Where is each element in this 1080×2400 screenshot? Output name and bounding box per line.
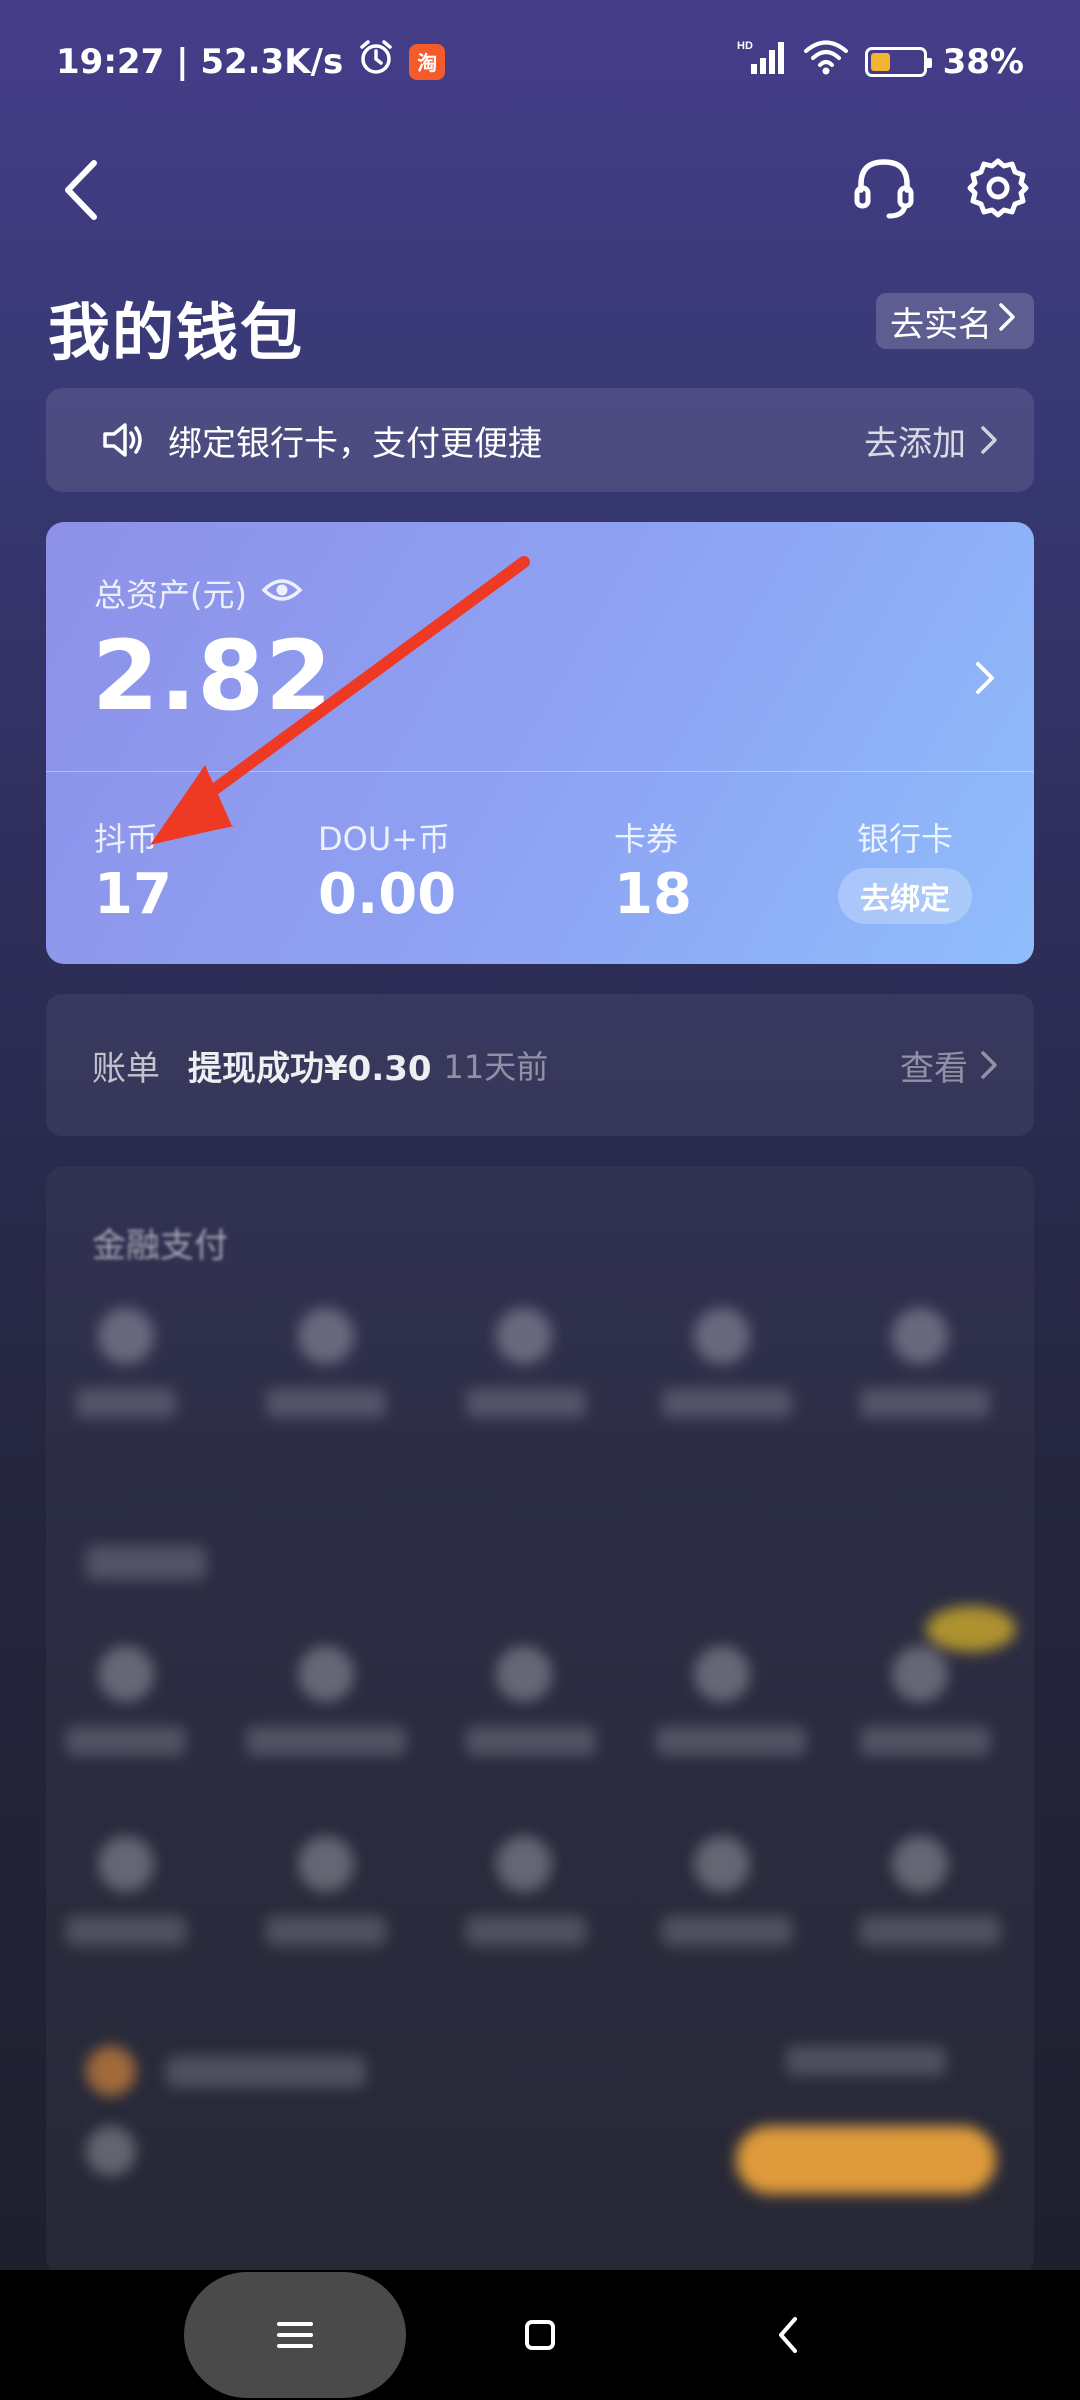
- system-back-button[interactable]: [748, 2270, 828, 2400]
- recent-apps-button[interactable]: [184, 2272, 406, 2398]
- home-button[interactable]: [500, 2270, 580, 2400]
- chevron-left-icon: [779, 2317, 797, 2353]
- menu-icon: [277, 2322, 313, 2348]
- annotation-arrow: [150, 556, 530, 845]
- home-square-icon: [525, 2320, 555, 2350]
- system-nav-bar: [0, 2270, 1080, 2400]
